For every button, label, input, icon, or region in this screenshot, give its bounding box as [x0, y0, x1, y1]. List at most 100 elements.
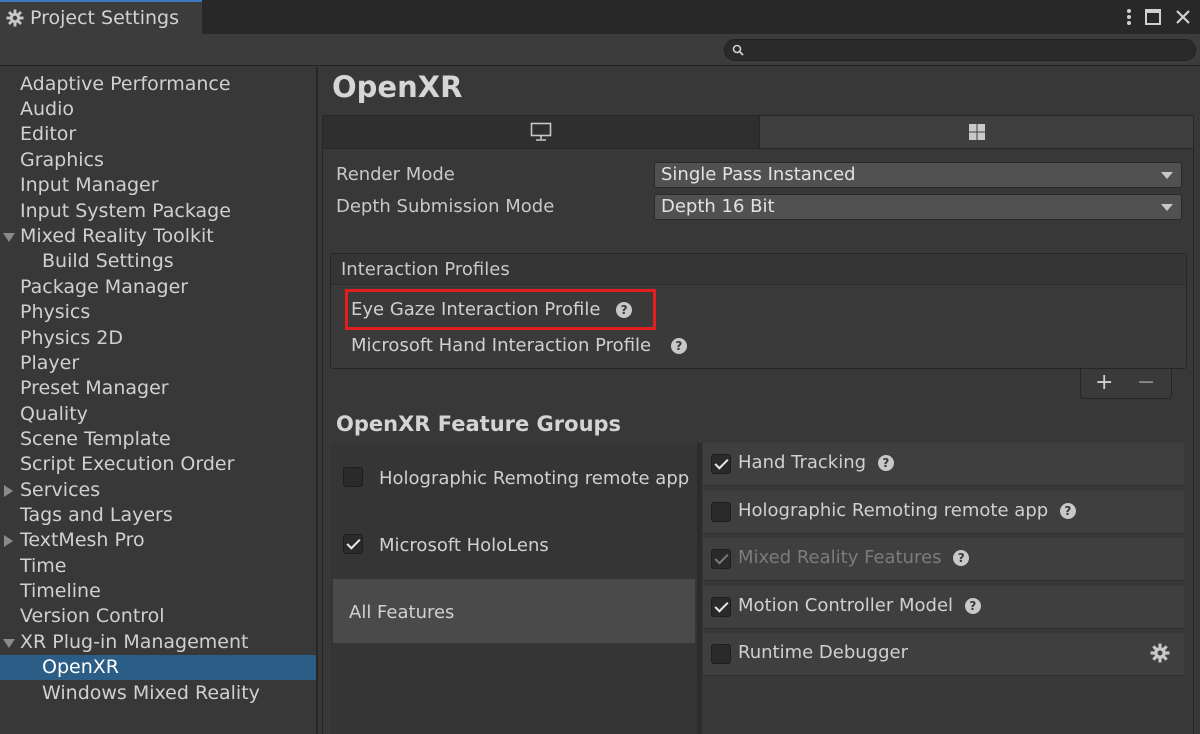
profiles-add-remove: + − — [1080, 369, 1172, 399]
windows-icon — [968, 124, 985, 140]
sidebar-item-xr-plugin-management[interactable]: XR Plug-in Management — [0, 630, 316, 655]
sidebar-item-package-manager[interactable]: Package Manager — [0, 275, 316, 300]
expand-arrow-icon[interactable] — [3, 233, 15, 242]
feature-checkbox[interactable] — [711, 644, 731, 664]
highlight-annotation — [345, 289, 656, 330]
expand-arrow-icon[interactable] — [4, 535, 13, 547]
sidebar-item-label: OpenXR — [42, 656, 119, 678]
sidebar-item-label: Input System Package — [20, 200, 231, 222]
sidebar-item-label: Scene Template — [20, 428, 171, 450]
add-profile-button[interactable]: + — [1095, 369, 1113, 397]
close-icon[interactable] — [1174, 8, 1192, 26]
sidebar-item-time[interactable]: Time — [0, 554, 316, 579]
sidebar-item-physics-2d[interactable]: Physics 2D — [0, 326, 316, 351]
sidebar-item-windows-mixed-reality[interactable]: Windows Mixed Reality — [0, 681, 316, 706]
sidebar-item-audio[interactable]: Audio — [0, 97, 316, 122]
sidebar-item-version-control[interactable]: Version Control — [0, 604, 316, 629]
feature-groups-title: OpenXR Feature Groups — [336, 412, 622, 436]
sidebar-item-adaptive-performance[interactable]: Adaptive Performance — [0, 72, 316, 97]
render-mode-label: Render Mode — [336, 164, 455, 185]
group-microsoft-hololens[interactable]: Microsoft HoloLens — [331, 512, 695, 576]
maximize-icon[interactable] — [1144, 8, 1162, 26]
sidebar-item-tags-and-layers[interactable]: Tags and Layers — [0, 503, 316, 528]
help-icon[interactable]: ? — [670, 338, 687, 354]
feature-hand-tracking[interactable]: Hand Tracking ? — [703, 443, 1184, 486]
sidebar-item-player[interactable]: Player — [0, 351, 316, 376]
sidebar-item-graphics[interactable]: Graphics — [0, 148, 316, 173]
render-mode-dropdown[interactable]: Single Pass Instanced — [654, 162, 1182, 188]
sidebar-item-label: Physics — [20, 301, 91, 323]
group-all-features[interactable]: All Features — [333, 579, 695, 643]
sidebar-item-label: Player — [20, 352, 80, 374]
sidebar-item-textmesh-pro[interactable]: TextMesh Pro — [0, 528, 316, 553]
sidebar-item-input-manager[interactable]: Input Manager — [0, 173, 316, 198]
feature-checkbox — [711, 549, 731, 569]
page-title: OpenXR — [332, 70, 463, 104]
profile-microsoft-hand[interactable]: Microsoft Hand Interaction Profile ? — [351, 335, 687, 356]
profile-label: Microsoft Hand Interaction Profile — [351, 335, 652, 356]
sidebar-item-input-system-package[interactable]: Input System Package — [0, 199, 316, 224]
groups-splitter — [697, 443, 702, 734]
gear-icon — [6, 9, 24, 27]
more-options-icon[interactable] — [1126, 8, 1132, 26]
sidebar-item-label: Input Manager — [20, 174, 159, 196]
sidebar-item-scene-template[interactable]: Scene Template — [0, 427, 316, 452]
feature-holographic-remoting[interactable]: Holographic Remoting remote app ? — [703, 491, 1184, 534]
sidebar-item-preset-manager[interactable]: Preset Manager — [0, 376, 316, 401]
help-icon[interactable]: ? — [1059, 503, 1076, 519]
sidebar-item-timeline[interactable]: Timeline — [0, 579, 316, 604]
sidebar-item-label: Time — [20, 555, 67, 577]
feature-motion-controller-model[interactable]: Motion Controller Model ? — [703, 586, 1184, 629]
desktop-icon — [530, 122, 552, 141]
sidebar-item-label: Editor — [20, 123, 77, 145]
sidebar-item-label: Physics 2D — [20, 327, 124, 349]
feature-label: Runtime Debugger — [738, 642, 908, 663]
sidebar-item-label: Quality — [20, 403, 88, 425]
chevron-down-icon — [1161, 172, 1173, 179]
feature-mixed-reality-features: Mixed Reality Features ? — [703, 538, 1184, 581]
help-icon[interactable]: ? — [877, 455, 894, 471]
feature-label: Hand Tracking ? — [738, 452, 894, 473]
sidebar-item-services[interactable]: Services — [0, 478, 316, 503]
sidebar-item-script-execution-order[interactable]: Script Execution Order — [0, 452, 316, 477]
feature-checkbox[interactable] — [711, 597, 731, 617]
feature-label: Motion Controller Model ? — [738, 595, 981, 616]
help-icon[interactable]: ? — [964, 598, 981, 614]
settings-gear-icon[interactable] — [1150, 643, 1170, 663]
help-icon[interactable]: ? — [953, 550, 970, 566]
feature-checkbox[interactable] — [711, 502, 731, 522]
remove-profile-button[interactable]: − — [1137, 369, 1155, 397]
feature-label: Holographic Remoting remote app ? — [738, 500, 1076, 521]
expand-arrow-icon[interactable] — [3, 639, 15, 648]
group-label: All Features — [349, 602, 455, 623]
feature-runtime-debugger[interactable]: Runtime Debugger — [703, 633, 1184, 676]
sidebar-item-label: Version Control — [20, 605, 165, 627]
sidebar-item-quality[interactable]: Quality — [0, 402, 316, 427]
sidebar-item-label: Timeline — [20, 580, 101, 602]
feature-checkbox[interactable] — [711, 454, 731, 474]
window-title: Project Settings — [30, 7, 179, 29]
sidebar-item-build-settings[interactable]: Build Settings — [0, 249, 316, 274]
tab-windows[interactable] — [760, 116, 1193, 148]
sidebar-item-editor[interactable]: Editor — [0, 122, 316, 147]
sidebar-item-label: Build Settings — [42, 250, 174, 272]
sidebar-item-physics[interactable]: Physics — [0, 300, 316, 325]
search-icon — [732, 44, 744, 56]
sidebar-item-mixed-reality-toolkit[interactable]: Mixed Reality Toolkit — [0, 224, 316, 249]
group-checkbox[interactable] — [343, 534, 363, 554]
sidebar-item-openxr[interactable]: OpenXR — [0, 655, 316, 680]
sidebar-splitter[interactable] — [316, 67, 318, 734]
expand-arrow-icon[interactable] — [4, 485, 13, 497]
sidebar-item-label: Mixed Reality Toolkit — [20, 225, 214, 247]
sidebar-item-label: Adaptive Performance — [20, 73, 231, 95]
feature-label-text: Motion Controller Model — [738, 595, 954, 616]
window-tab[interactable]: Project Settings — [0, 0, 202, 34]
search-input[interactable] — [724, 39, 1196, 61]
sidebar-item-label: Services — [20, 479, 101, 501]
group-checkbox[interactable] — [343, 467, 363, 487]
tab-standalone[interactable] — [323, 116, 760, 148]
group-holographic-remoting[interactable]: Holographic Remoting remote app — [331, 445, 695, 509]
sidebar-item-label: XR Plug-in Management — [20, 631, 249, 653]
sidebar-item-label: Windows Mixed Reality — [42, 682, 260, 704]
depth-submission-dropdown[interactable]: Depth 16 Bit — [654, 194, 1182, 220]
